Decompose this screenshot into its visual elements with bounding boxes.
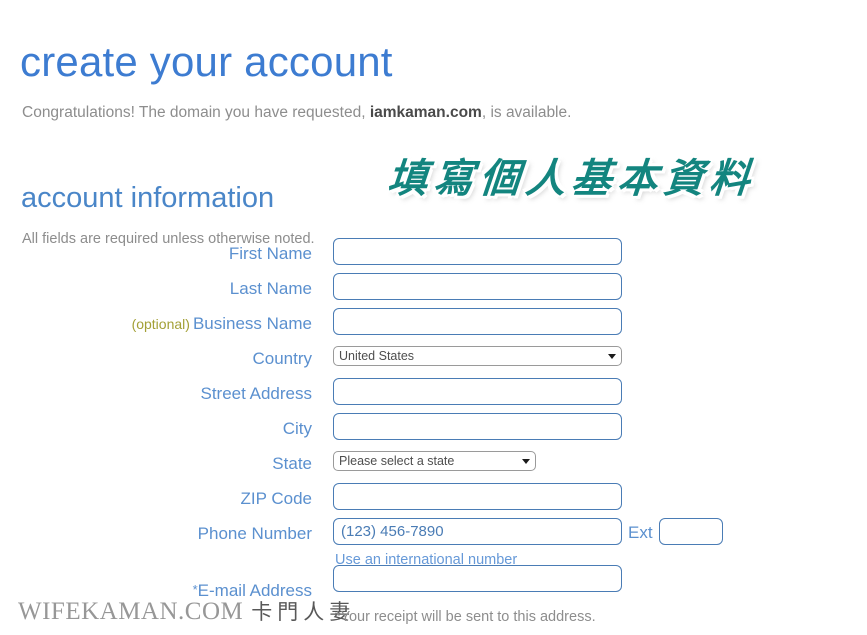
country-select[interactable]: United States [333,346,622,366]
page-title: create your account [20,38,393,86]
email-receipt-note: *Your receipt will be sent to this addre… [335,609,596,625]
congratulations-prefix: Congratulations! The domain you have req… [22,103,370,121]
business-name-input[interactable] [333,308,622,335]
chevron-down-icon [522,459,530,464]
state-select[interactable]: Please select a state [333,451,536,471]
label-business-name-text: Business Name [192,314,312,333]
form-row-phone-number: Phone Number Ext [0,518,867,553]
form-row-email-address: *E-mail Address [0,565,867,610]
chevron-down-icon [608,354,616,359]
country-select-value: United States [339,349,415,363]
control-first-name [333,238,622,265]
congratulations-suffix: , is available. [481,103,572,121]
control-phone-number [333,518,622,545]
control-country: United States [333,346,622,366]
create-account-page: create your account Congratulations! The… [0,0,867,635]
control-state: Please select a state [333,451,536,471]
form-row-city: City [0,413,867,448]
phone-number-input[interactable] [333,518,622,545]
section-title-account-information: account information [21,182,275,215]
control-city [333,413,622,440]
control-business-name [333,308,622,335]
label-street-address: Street Address [200,384,312,403]
label-email-address: *E-mail Address [193,580,312,602]
first-name-input[interactable] [333,238,622,265]
form-row-zip-code: ZIP Code [0,483,867,518]
form-row-first-name: First Name [0,238,867,273]
label-business-name: (optional) Business Name [132,313,312,335]
label-city: City [282,419,312,438]
city-input[interactable] [333,413,622,440]
control-street-address [333,378,622,405]
form-row-street-address: Street Address [0,378,867,413]
chinese-annotation-overlay: 填寫個人基本資料 [385,156,758,202]
label-country: Country [252,349,312,368]
use-international-number-link[interactable]: Use an international number [335,550,517,570]
label-last-name: Last Name [229,279,312,298]
form-row-last-name: Last Name [0,273,867,308]
requested-domain: iamkaman.com [369,103,482,121]
street-address-input[interactable] [333,378,622,405]
control-zip-code [333,483,622,510]
label-state: State [272,454,312,473]
optional-tag: (optional) [131,316,190,332]
form-row-state: State Please select a state [0,448,867,483]
label-zip-code: ZIP Code [240,489,312,508]
state-select-value: Please select a state [339,454,455,468]
form-row-country: Country United States [0,343,867,378]
label-email-address-text: E-mail Address [197,581,312,600]
label-first-name: First Name [228,244,312,263]
congratulations-message: Congratulations! The domain you have req… [22,102,571,124]
label-ext: Ext [628,523,653,542]
label-phone-number: Phone Number [197,524,312,543]
zip-code-input[interactable] [333,483,622,510]
form-row-business-name: (optional) Business Name [0,308,867,343]
control-ext [659,518,723,545]
last-name-input[interactable] [333,273,622,300]
control-last-name [333,273,622,300]
ext-input[interactable] [659,518,723,545]
